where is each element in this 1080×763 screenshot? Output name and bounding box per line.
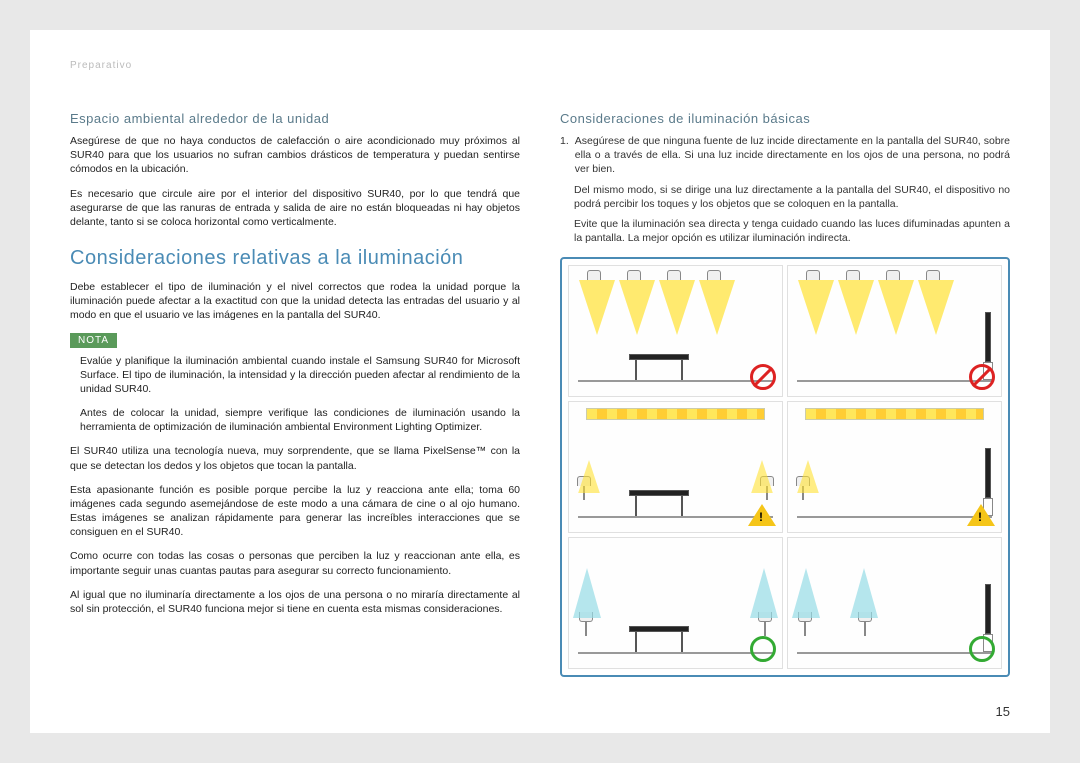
list-item: 1. Asegúrese de que ninguna fuente de lu… <box>560 134 1010 177</box>
paragraph: Al igual que no iluminaría directamente … <box>70 588 520 616</box>
heading-lighting: Consideraciones relativas a la iluminaci… <box>70 247 520 270</box>
left-column: Espacio ambiental alrededor de la unidad… <box>70 111 520 677</box>
diagram-ceiling-spots-table-bad <box>568 265 783 397</box>
paragraph: Asegúrese de que no haya conductos de ca… <box>70 134 520 177</box>
lighting-diagram-frame <box>560 257 1010 677</box>
prohibited-icon <box>750 364 776 390</box>
document-page: Preparativo Espacio ambiental alrededor … <box>30 30 1050 733</box>
breadcrumb: Preparativo <box>70 60 1010 71</box>
list-continuation: Del mismo modo, si se dirige una luz dir… <box>560 183 1010 211</box>
diagram-indirect-wall-good <box>787 537 1002 669</box>
list-number: 1. <box>560 134 569 177</box>
prohibited-icon <box>969 364 995 390</box>
paragraph: Es necesario que circule aire por el int… <box>70 187 520 230</box>
allowed-icon <box>750 636 776 662</box>
diagram-strip-table-caution <box>568 401 783 533</box>
allowed-icon <box>969 636 995 662</box>
note-block: Evalúe y planifique la iluminación ambie… <box>70 354 520 435</box>
diagram-ceiling-spots-wall-bad <box>787 265 1002 397</box>
paragraph: El SUR40 utiliza una tecnología nueva, m… <box>70 444 520 472</box>
warning-icon <box>748 504 776 526</box>
diagram-strip-wall-caution <box>787 401 1002 533</box>
list-text: Asegúrese de que ninguna fuente de luz i… <box>575 134 1010 177</box>
diagram-indirect-table-good <box>568 537 783 669</box>
page-number: 15 <box>996 704 1010 719</box>
paragraph: Esta apasionante función es posible porq… <box>70 483 520 540</box>
paragraph: Debe establecer el tipo de iluminación y… <box>70 280 520 323</box>
paragraph: Antes de colocar la unidad, siempre veri… <box>70 406 520 434</box>
note-badge: NOTA <box>70 333 117 348</box>
list-continuation: Evite que la iluminación sea directa y t… <box>560 217 1010 245</box>
two-column-layout: Espacio ambiental alrededor de la unidad… <box>70 111 1010 677</box>
heading-environment: Espacio ambiental alrededor de la unidad <box>70 111 520 126</box>
right-column: Consideraciones de iluminación básicas 1… <box>560 111 1010 677</box>
heading-basic-lighting: Consideraciones de iluminación básicas <box>560 111 1010 126</box>
warning-icon <box>967 504 995 526</box>
paragraph: Evalúe y planifique la iluminación ambie… <box>70 354 520 397</box>
paragraph: Como ocurre con todas las cosas o person… <box>70 549 520 577</box>
